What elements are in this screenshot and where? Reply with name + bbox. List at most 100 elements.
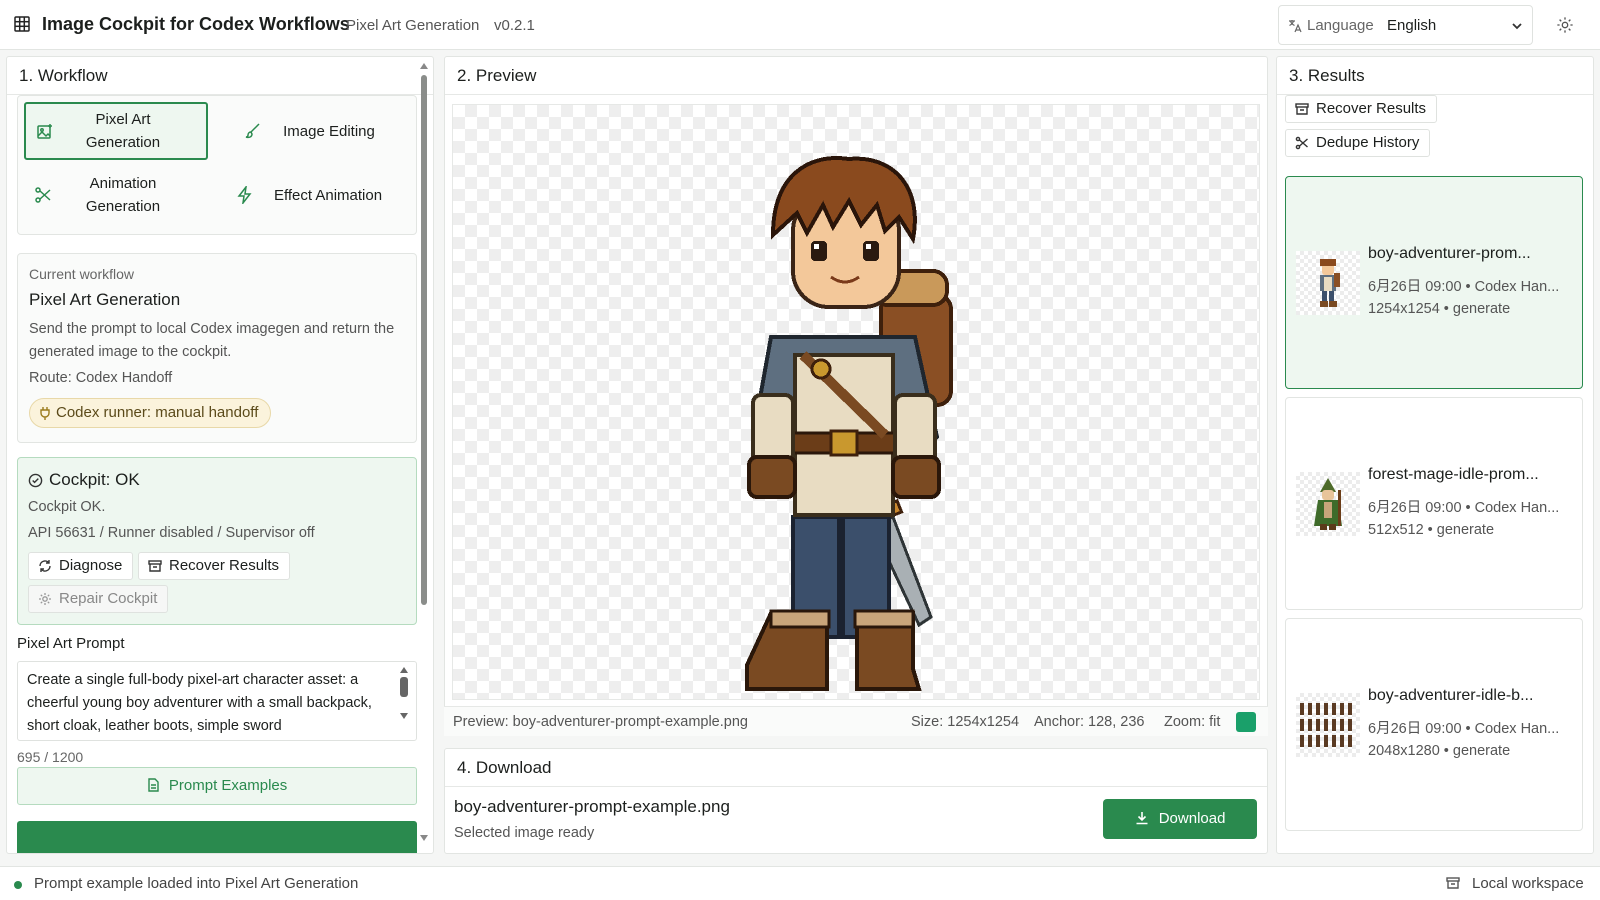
prompt-textarea[interactable]: Create a single full-body pixel-art char… [17, 661, 417, 741]
scroll-up-arrow[interactable] [420, 63, 428, 69]
pixel-art-character-image [745, 156, 953, 691]
result-meta: 6月26日 09:00 • Codex Han... [1368, 721, 1560, 737]
result-title: forest-mage-idle-prom... [1368, 466, 1539, 483]
status-indicator-dot [14, 881, 22, 889]
archive-icon [1446, 877, 1460, 889]
result-card[interactable]: forest-mage-idle-prom... 6月26日 09:00 • C… [1285, 397, 1583, 610]
language-value: English [1387, 17, 1437, 34]
chevron-down-icon [1512, 23, 1522, 30]
document-icon [148, 778, 159, 792]
prompt-examples-button[interactable]: Prompt Examples [17, 767, 417, 805]
check-circle-icon [28, 473, 43, 488]
recover-results-button[interactable]: Recover Results [138, 552, 291, 580]
workflow-scrollbar[interactable] [419, 61, 429, 851]
repair-cockpit-label: Repair Cockpit [59, 590, 158, 607]
prompt-scrollbar[interactable] [397, 663, 411, 737]
app-workflow-subtitle: Pixel Art Generation [346, 17, 480, 34]
preview-anchor: Anchor: 128, 236 [1034, 714, 1145, 730]
preview-heading: 2. Preview [445, 57, 1267, 95]
grid-icon [14, 16, 30, 32]
download-status: Selected image ready [454, 825, 595, 841]
workflow-option-label: Pixel Art Generation [85, 111, 161, 151]
diagnose-button[interactable]: Diagnose [28, 552, 134, 580]
result-title: boy-adventurer-prom... [1368, 245, 1531, 262]
scroll-thumb[interactable] [421, 75, 427, 605]
image-plus-icon [37, 124, 52, 139]
workflow-option-pixel-art[interactable]: Pixel Art Generation [24, 102, 208, 160]
result-dimensions: 1254x1254 • generate [1368, 301, 1511, 317]
scissors-icon [35, 187, 51, 203]
results-heading: 3. Results [1277, 57, 1593, 95]
language-label: Language [1307, 17, 1374, 34]
diagnose-label: Diagnose [59, 557, 123, 574]
cockpit-status-details: API 56631 / Runner disabled / Supervisor… [28, 525, 315, 541]
preview-canvas[interactable] [452, 104, 1260, 700]
refresh-icon [39, 560, 51, 572]
results-panel: 3. Results Recover Results Dedupe Histor… [1276, 56, 1594, 854]
workflow-option-animation[interactable]: Animation Generation [24, 166, 208, 224]
language-select[interactable]: Language English [1278, 5, 1533, 45]
result-title: boy-adventurer-idle-b... [1368, 687, 1534, 704]
results-recover-label: Recover Results [1316, 100, 1427, 117]
workflow-panel: 1. Workflow Pixel Art Generation Image E… [6, 56, 434, 854]
plug-icon [40, 407, 50, 420]
workflow-heading: 1. Workflow [7, 57, 433, 95]
result-card[interactable]: boy-adventurer-idle-b... 6月26日 09:00 • C… [1285, 618, 1583, 831]
current-workflow-route: Route: Codex Handoff [29, 370, 173, 386]
preview-zoom: Zoom: fit [1164, 714, 1221, 730]
cockpit-status-message: Cockpit OK. [28, 499, 106, 515]
sprite-sheet-thumbnail-image [1300, 703, 1352, 747]
workflow-option-label: Animation Generation [85, 175, 161, 215]
result-thumbnail [1296, 693, 1360, 757]
download-button-label: Download [1158, 810, 1226, 827]
scroll-down-arrow[interactable] [420, 835, 428, 841]
result-dimensions: 512x512 • generate [1368, 522, 1495, 538]
download-panel: 4. Download boy-adventurer-prompt-exampl… [444, 748, 1268, 854]
preview-size: Size: 1254x1254 [911, 714, 1020, 730]
current-workflow-description: Send the prompt to local Codex imagegen … [29, 321, 395, 360]
result-meta: 6月26日 09:00 • Codex Han... [1368, 500, 1560, 516]
dedupe-history-label: Dedupe History [1316, 134, 1420, 151]
current-workflow-title: Pixel Art Generation [29, 290, 181, 309]
current-workflow-label: Current workflow [29, 266, 135, 282]
workflow-option-label: Effect Animation [273, 186, 383, 204]
result-thumbnail [1296, 472, 1360, 536]
scroll-down-arrow[interactable] [400, 713, 408, 719]
cockpit-status-title: Cockpit: OK [49, 470, 140, 489]
recover-results-label: Recover Results [169, 557, 280, 574]
download-filename: boy-adventurer-prompt-example.png [454, 797, 730, 816]
brush-icon [245, 123, 260, 139]
repair-cockpit-button[interactable]: Repair Cockpit [28, 585, 169, 613]
background-color-swatch[interactable] [1236, 712, 1256, 732]
preview-filename: Preview: boy-adventurer-prompt-example.p… [453, 714, 748, 730]
workflow-options: Pixel Art Generation Image Editing Anima… [17, 95, 417, 235]
generate-button[interactable] [17, 821, 417, 853]
result-meta: 6月26日 09:00 • Codex Han... [1368, 279, 1560, 295]
character-thumbnail-image [1320, 259, 1340, 307]
scissors-icon [1295, 136, 1308, 150]
result-thumbnail [1296, 251, 1360, 315]
app-title: Image Cockpit for Codex Workflows [42, 14, 350, 34]
preview-info-bar: Preview: boy-adventurer-prompt-example.p… [444, 706, 1268, 736]
scroll-up-arrow[interactable] [400, 667, 408, 673]
result-dimensions: 2048x1280 • generate [1368, 743, 1511, 759]
workflow-option-effect-animation[interactable]: Effect Animation [222, 166, 412, 224]
results-recover-button[interactable]: Recover Results [1285, 95, 1438, 123]
current-workflow-card: Current workflow Pixel Art Generation Se… [17, 253, 417, 443]
workflow-option-image-editing[interactable]: Image Editing [222, 102, 412, 160]
download-icon [1136, 812, 1148, 825]
settings-gear-icon[interactable] [1556, 16, 1574, 34]
translate-icon [1289, 20, 1302, 33]
runner-status-badge: Codex runner: manual handoff [29, 398, 272, 428]
archive-icon [148, 560, 162, 572]
download-button[interactable]: Download [1103, 799, 1257, 839]
workflow-option-label: Image Editing [283, 122, 375, 140]
scroll-thumb[interactable] [400, 677, 408, 697]
prompt-label: Pixel Art Prompt [17, 635, 125, 652]
character-thumbnail-image [1314, 478, 1342, 530]
status-message: Prompt example loaded into Pixel Art Gen… [34, 875, 359, 892]
archive-icon [1295, 103, 1309, 115]
result-card[interactable]: boy-adventurer-prom... 6月26日 09:00 • Cod… [1285, 176, 1583, 389]
workspace-label: Local workspace [1472, 875, 1584, 892]
dedupe-history-button[interactable]: Dedupe History [1285, 129, 1431, 157]
